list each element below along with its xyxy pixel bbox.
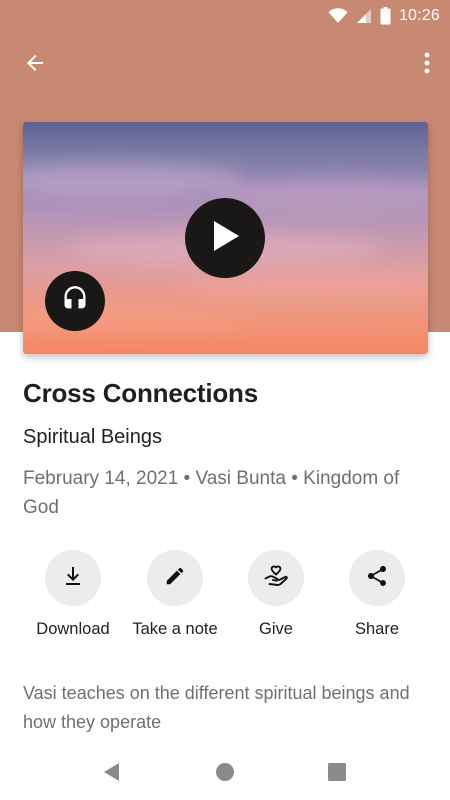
share-icon bbox=[365, 564, 389, 593]
take-note-label: Take a note bbox=[132, 620, 218, 638]
sermon-thumbnail[interactable] bbox=[23, 122, 428, 354]
download-button[interactable] bbox=[45, 550, 101, 606]
sermon-description: Vasi teaches on the different spiritual … bbox=[23, 683, 410, 732]
play-button[interactable] bbox=[185, 198, 265, 278]
status-icons: 10:26 bbox=[328, 5, 440, 27]
circle-home-icon bbox=[215, 762, 235, 787]
sermon-meta: February 14, 2021 • Vasi Bunta • Kingdom… bbox=[23, 468, 400, 518]
nav-back-button[interactable] bbox=[96, 758, 128, 790]
download-icon bbox=[61, 564, 85, 593]
giving-hand-icon bbox=[263, 563, 289, 594]
triangle-back-icon bbox=[102, 762, 122, 787]
take-note-action[interactable]: Take a note bbox=[120, 550, 230, 639]
more-options-button[interactable] bbox=[418, 50, 436, 80]
headphones-icon bbox=[61, 285, 89, 318]
status-bar: 10:26 bbox=[0, 0, 450, 32]
system-navigation-bar bbox=[0, 748, 450, 800]
status-time: 10:26 bbox=[398, 7, 440, 24]
nav-home-button[interactable] bbox=[209, 758, 241, 790]
cellular-signal-icon bbox=[356, 8, 372, 24]
give-label: Give bbox=[259, 620, 293, 638]
give-button[interactable] bbox=[248, 550, 304, 606]
share-action[interactable]: Share bbox=[322, 550, 432, 639]
square-recents-icon bbox=[327, 762, 347, 787]
share-label: Share bbox=[354, 620, 400, 638]
sermon-detail-screen: 10:26 Cross Connections Spiritual Beings… bbox=[0, 0, 450, 800]
back-button[interactable] bbox=[18, 50, 52, 80]
wifi-icon bbox=[328, 8, 348, 24]
listen-audio-button[interactable] bbox=[45, 271, 105, 331]
arrow-back-icon bbox=[23, 51, 47, 80]
share-button[interactable] bbox=[349, 550, 405, 606]
sermon-subtitle: Spiritual Beings bbox=[23, 426, 162, 448]
nav-recents-button[interactable] bbox=[321, 758, 353, 790]
more-vert-icon bbox=[424, 52, 430, 79]
battery-icon bbox=[380, 7, 391, 25]
download-label: Download bbox=[36, 620, 110, 638]
take-note-button[interactable] bbox=[147, 550, 203, 606]
sermon-title: Cross Connections bbox=[23, 378, 258, 408]
give-action[interactable]: Give bbox=[221, 550, 331, 639]
play-icon bbox=[208, 218, 242, 259]
pencil-icon bbox=[164, 565, 186, 592]
download-action[interactable]: Download bbox=[18, 550, 128, 639]
cloud-streak bbox=[23, 162, 243, 196]
